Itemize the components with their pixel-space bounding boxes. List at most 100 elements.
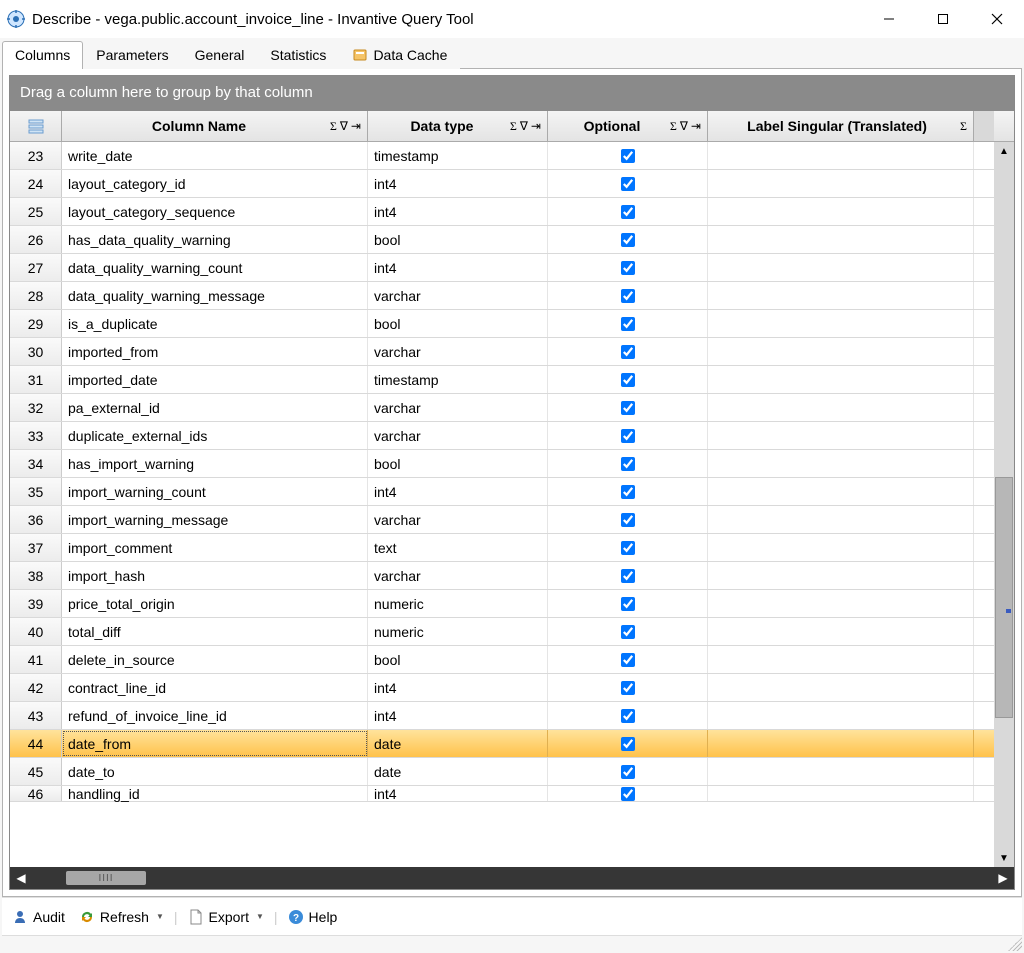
row-number[interactable]: 33 — [10, 422, 62, 449]
hscroll-track[interactable]: IIII — [32, 869, 992, 887]
table-row[interactable]: 39price_total_originnumeric — [10, 590, 994, 618]
row-number[interactable]: 30 — [10, 338, 62, 365]
cell-label[interactable] — [708, 226, 974, 253]
cell-data-type[interactable]: int4 — [368, 254, 548, 281]
maximize-button[interactable] — [916, 0, 970, 38]
cell-optional[interactable] — [548, 758, 708, 785]
cell-data-type[interactable]: int4 — [368, 674, 548, 701]
cell-data-type[interactable]: int4 — [368, 198, 548, 225]
cell-label[interactable] — [708, 478, 974, 505]
cell-column-name[interactable]: imported_date — [62, 366, 368, 393]
cell-optional[interactable] — [548, 646, 708, 673]
row-number[interactable]: 39 — [10, 590, 62, 617]
refresh-button[interactable]: Refresh ▼ — [75, 907, 168, 927]
table-row[interactable]: 24layout_category_idint4 — [10, 170, 994, 198]
audit-button[interactable]: Audit — [8, 907, 69, 927]
cell-column-name[interactable]: data_quality_warning_message — [62, 282, 368, 309]
cell-optional[interactable] — [548, 254, 708, 281]
cell-label[interactable] — [708, 702, 974, 729]
cell-optional[interactable] — [548, 422, 708, 449]
cell-column-name[interactable]: date_from — [62, 730, 368, 757]
cell-column-name[interactable]: imported_from — [62, 338, 368, 365]
cell-column-name[interactable]: has_import_warning — [62, 450, 368, 477]
column-header-glyphs[interactable]: Σ ∇ ⇥ — [330, 119, 361, 134]
optional-checkbox[interactable] — [621, 205, 635, 219]
row-number[interactable]: 38 — [10, 562, 62, 589]
cell-data-type[interactable]: date — [368, 758, 548, 785]
optional-checkbox[interactable] — [621, 765, 635, 779]
table-row[interactable]: 38import_hashvarchar — [10, 562, 994, 590]
column-header-label[interactable]: Label Singular (Translated) Σ — [708, 111, 974, 141]
optional-checkbox[interactable] — [621, 597, 635, 611]
row-number[interactable]: 28 — [10, 282, 62, 309]
scroll-left-arrow[interactable]: ◀ — [10, 867, 32, 889]
cell-data-type[interactable]: timestamp — [368, 142, 548, 169]
optional-checkbox[interactable] — [621, 485, 635, 499]
row-number[interactable]: 26 — [10, 226, 62, 253]
cell-optional[interactable] — [548, 478, 708, 505]
cell-label[interactable] — [708, 338, 974, 365]
cell-label[interactable] — [708, 786, 974, 801]
cell-optional[interactable] — [548, 618, 708, 645]
table-row[interactable]: 30imported_fromvarchar — [10, 338, 994, 366]
minimize-button[interactable] — [862, 0, 916, 38]
scroll-up-arrow[interactable]: ▲ — [994, 142, 1014, 160]
row-number[interactable]: 24 — [10, 170, 62, 197]
tab-general[interactable]: General — [182, 41, 258, 69]
cell-data-type[interactable]: varchar — [368, 394, 548, 421]
optional-checkbox[interactable] — [621, 653, 635, 667]
cell-column-name[interactable]: contract_line_id — [62, 674, 368, 701]
row-number[interactable]: 34 — [10, 450, 62, 477]
table-row[interactable]: 46handling_idint4 — [10, 786, 994, 802]
column-header-datatype[interactable]: Data type Σ ∇ ⇥ — [368, 111, 548, 141]
table-row[interactable]: 40total_diffnumeric — [10, 618, 994, 646]
cell-data-type[interactable]: varchar — [368, 422, 548, 449]
cell-data-type[interactable]: int4 — [368, 702, 548, 729]
row-number[interactable]: 42 — [10, 674, 62, 701]
optional-checkbox[interactable] — [621, 513, 635, 527]
cell-column-name[interactable]: duplicate_external_ids — [62, 422, 368, 449]
table-row[interactable]: 37import_commenttext — [10, 534, 994, 562]
cell-column-name[interactable]: delete_in_source — [62, 646, 368, 673]
cell-optional[interactable] — [548, 366, 708, 393]
cell-data-type[interactable]: numeric — [368, 618, 548, 645]
cell-label[interactable] — [708, 142, 974, 169]
cell-label[interactable] — [708, 450, 974, 477]
cell-column-name[interactable]: has_data_quality_warning — [62, 226, 368, 253]
row-selector-header[interactable] — [10, 111, 62, 141]
tab-data-cache[interactable]: Data Cache — [339, 41, 460, 69]
optional-checkbox[interactable] — [621, 541, 635, 555]
column-header-glyphs[interactable]: Σ — [960, 119, 967, 134]
optional-checkbox[interactable] — [621, 429, 635, 443]
cell-optional[interactable] — [548, 394, 708, 421]
cell-column-name[interactable]: import_comment — [62, 534, 368, 561]
cell-data-type[interactable]: int4 — [368, 478, 548, 505]
row-number[interactable]: 31 — [10, 366, 62, 393]
cell-column-name[interactable]: date_to — [62, 758, 368, 785]
optional-checkbox[interactable] — [621, 177, 635, 191]
cell-optional[interactable] — [548, 226, 708, 253]
horizontal-scrollbar[interactable]: ◀ IIII ▶ — [10, 867, 1014, 889]
table-row[interactable]: 41delete_in_sourcebool — [10, 646, 994, 674]
cell-data-type[interactable]: varchar — [368, 506, 548, 533]
cell-column-name[interactable]: data_quality_warning_count — [62, 254, 368, 281]
cell-label[interactable] — [708, 534, 974, 561]
row-number[interactable]: 32 — [10, 394, 62, 421]
row-number[interactable]: 41 — [10, 646, 62, 673]
cell-column-name[interactable]: price_total_origin — [62, 590, 368, 617]
hscroll-thumb[interactable]: IIII — [66, 871, 146, 885]
optional-checkbox[interactable] — [621, 373, 635, 387]
optional-checkbox[interactable] — [621, 317, 635, 331]
row-number[interactable]: 25 — [10, 198, 62, 225]
cell-data-type[interactable]: timestamp — [368, 366, 548, 393]
table-row[interactable]: 29is_a_duplicatebool — [10, 310, 994, 338]
cell-data-type[interactable]: varchar — [368, 562, 548, 589]
row-number[interactable]: 43 — [10, 702, 62, 729]
cell-data-type[interactable]: date — [368, 730, 548, 757]
cell-optional[interactable] — [548, 198, 708, 225]
help-button[interactable]: ? Help — [284, 907, 342, 927]
optional-checkbox[interactable] — [621, 289, 635, 303]
cell-data-type[interactable]: bool — [368, 450, 548, 477]
table-row[interactable]: 35import_warning_countint4 — [10, 478, 994, 506]
table-row[interactable]: 34has_import_warningbool — [10, 450, 994, 478]
